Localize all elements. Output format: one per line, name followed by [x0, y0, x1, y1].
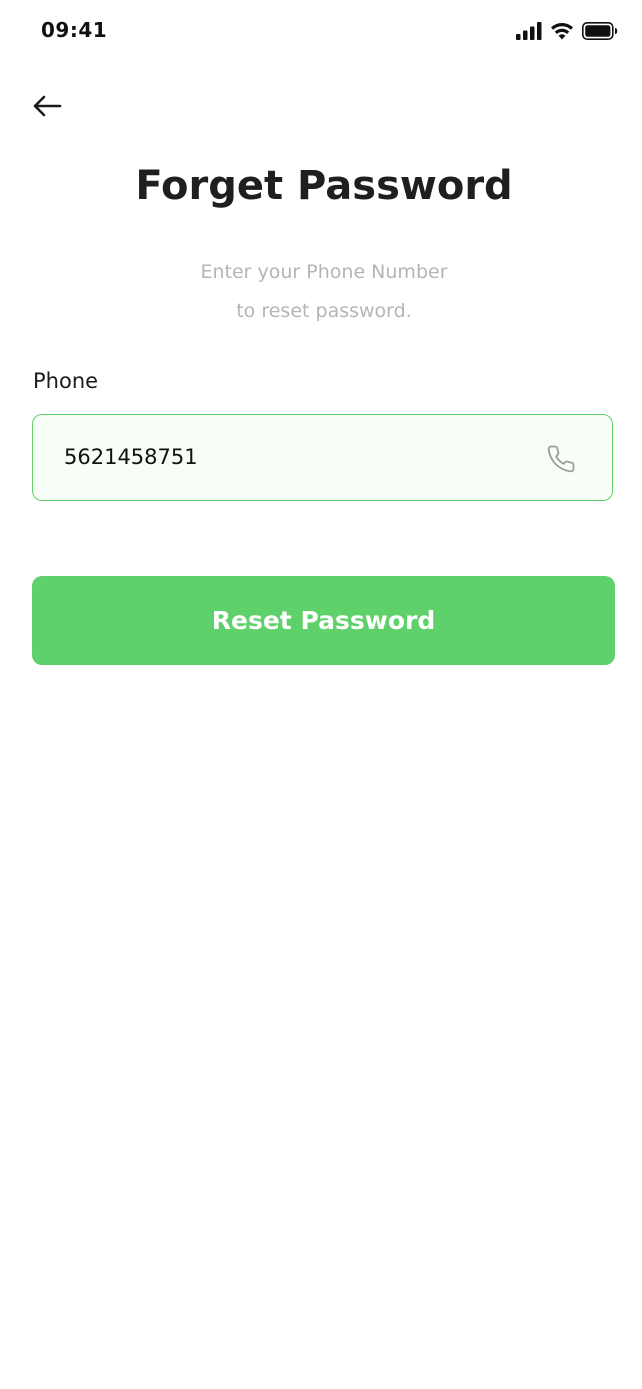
- wifi-icon: [550, 22, 574, 40]
- signal-icon: [516, 22, 542, 40]
- page-title: Forget Password: [135, 163, 513, 209]
- status-bar: 09:41: [0, 0, 642, 70]
- phone-label: Phone: [33, 369, 99, 393]
- page-subtitle: Enter your Phone Number to reset passwor…: [0, 253, 642, 331]
- back-button[interactable]: [30, 92, 64, 124]
- phone-field[interactable]: [32, 414, 613, 501]
- reset-password-button[interactable]: Reset Password: [32, 576, 615, 665]
- subtitle-line-2: to reset password.: [236, 300, 412, 322]
- status-icons: [516, 22, 618, 40]
- phone-icon: [546, 444, 576, 474]
- subtitle-line-1: Enter your Phone Number: [200, 261, 448, 283]
- status-time: 09:41: [41, 18, 108, 42]
- phone-input[interactable]: [64, 415, 504, 499]
- battery-icon: [582, 22, 618, 40]
- arrow-left-icon: [32, 94, 62, 123]
